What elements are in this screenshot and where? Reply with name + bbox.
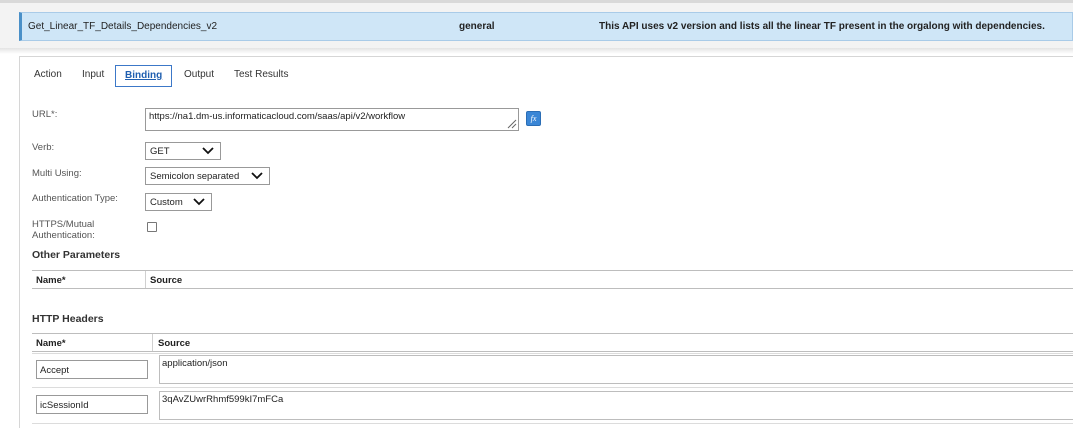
header-source-value: 3qAvZUwrRhmf599kI7mFCa [162,394,284,405]
other-parameters-header: Name* Source [32,270,1073,289]
multi-using-select[interactable]: Semicolon separated [145,167,270,185]
chevron-down-icon [251,172,263,180]
https-auth-label-line2: Authentication: [32,230,95,241]
column-source: Source [150,275,183,286]
tab-input[interactable]: Input [82,65,104,87]
header-name-input-session[interactable]: icSessionId [36,395,148,414]
column-name: Name* [36,275,66,286]
column-separator [145,271,146,288]
table-row-divider [32,353,1073,354]
verb-select[interactable]: GET [145,142,221,160]
https-auth-label: HTTPS/Mutual Authentication: [32,219,95,241]
tab-bar: Action Input Binding Output Test Results [20,65,1073,87]
fx-icon: fx [530,114,537,123]
table-row-divider [32,387,1073,388]
multi-using-value: Semicolon separated [150,171,240,182]
header-name-value: Accept [40,365,70,376]
url-value: https://na1.dm-us.informaticacloud.com/s… [149,111,406,122]
column-source: Source [158,338,191,349]
column-name: Name* [36,338,66,349]
header-name-input-accept[interactable]: Accept [36,360,148,379]
http-headers-header: Name* Source [32,333,1073,352]
chevron-down-icon [193,198,205,206]
api-list-area: Get_Linear_TF_Details_Dependencies_v2 ge… [0,0,1073,48]
api-name: Get_Linear_TF_Details_Dependencies_v2 [28,21,218,32]
function-builder-button[interactable]: fx [526,111,541,126]
previous-row-edge [0,0,1073,3]
http-headers-title: HTTP Headers [32,313,104,325]
header-name-value: icSessionId [40,400,89,411]
table-row-divider [32,423,1073,424]
url-field[interactable]: https://na1.dm-us.informaticacloud.com/s… [145,108,519,131]
verb-label: Verb: [32,142,55,153]
https-auth-label-line1: HTTPS/Mutual [32,219,95,230]
api-category: general [459,21,495,32]
url-label: URL*: [32,109,58,120]
auth-type-label: Authentication Type: [32,193,118,204]
verb-value: GET [150,146,170,157]
header-source-input-accept[interactable]: application/json [159,355,1073,384]
auth-type-value: Custom [150,197,183,208]
details-panel: Action Input Binding Output Test Results… [19,56,1073,428]
other-parameters-title: Other Parameters [32,249,121,261]
tab-test-results[interactable]: Test Results [234,65,288,87]
https-auth-checkbox[interactable] [147,222,157,232]
divider-shadow [0,48,1073,54]
api-description: This API uses v2 version and lists all t… [599,21,1045,32]
header-source-value: application/json [162,358,228,369]
auth-type-select[interactable]: Custom [145,193,212,211]
column-separator [152,334,153,351]
chevron-down-icon [202,147,214,155]
selected-api-row[interactable]: Get_Linear_TF_Details_Dependencies_v2 ge… [19,12,1073,41]
tab-binding[interactable]: Binding [115,65,173,87]
multi-using-label: Multi Using: [32,168,82,179]
tab-output[interactable]: Output [184,65,214,87]
tab-action[interactable]: Action [34,65,62,87]
header-source-input-session[interactable]: 3qAvZUwrRhmf599kI7mFCa [159,391,1073,420]
resize-grip-icon[interactable] [507,119,517,129]
